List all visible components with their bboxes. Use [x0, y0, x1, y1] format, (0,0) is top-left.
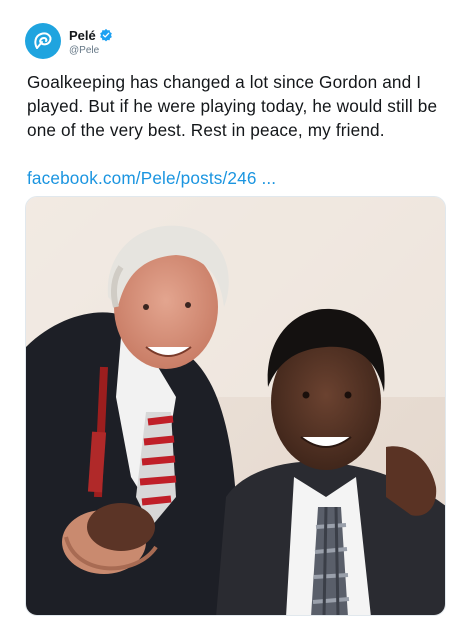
tweet-text: Goalkeeping has changed a lot since Gord… [27, 72, 438, 140]
tweet-card: Pelé @Pele Goalkeeping has changed a lot… [0, 0, 467, 626]
author-handle[interactable]: @Pele [69, 45, 113, 56]
author-display-name[interactable]: Pelé [69, 28, 96, 43]
tweet-link[interactable]: facebook.com/Pele/posts/246 ... [27, 166, 276, 190]
tweet-header: Pelé @Pele [25, 23, 113, 59]
author-names: Pelé @Pele [69, 26, 113, 56]
verified-badge-icon [99, 28, 113, 42]
avatar[interactable] [25, 23, 61, 59]
tweet-photo[interactable] [25, 196, 446, 616]
avatar-logo-icon [34, 32, 52, 49]
photo-illustration [26, 197, 445, 615]
